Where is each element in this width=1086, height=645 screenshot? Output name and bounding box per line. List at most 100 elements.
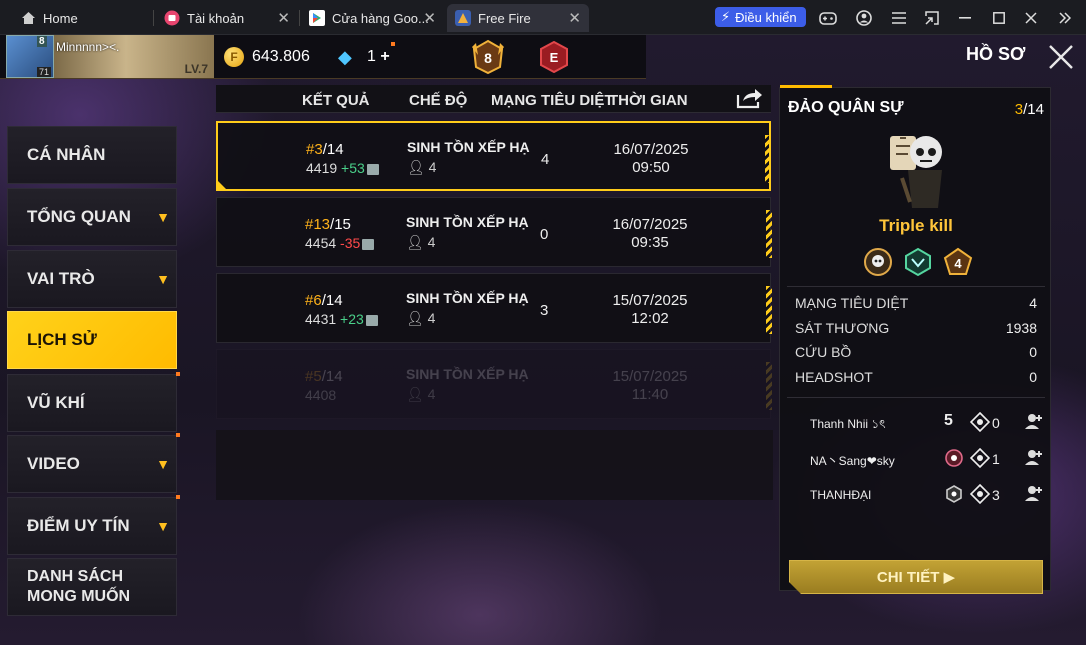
control-button[interactable]: ⚡ Điều khiển	[715, 7, 806, 27]
close-icon[interactable]	[1046, 42, 1076, 72]
share-icon[interactable]	[735, 86, 763, 110]
sidebar-item-label: VŨ KHÍ	[27, 393, 85, 412]
screen-share-icon[interactable]	[922, 8, 942, 28]
details-button[interactable]: CHI TIẾT ▶	[789, 560, 1043, 594]
close-tab-icon[interactable]: ✕	[568, 9, 581, 27]
match-clock: 11:40	[631, 386, 669, 403]
map-name: ĐẢO QUÂN SỰ	[788, 99, 904, 116]
list-fade-area	[216, 430, 773, 500]
teammate-name[interactable]: Thanh Nhii ১ৎ	[810, 416, 886, 436]
tab-label: Tài khoản	[187, 10, 245, 26]
chevron-down-icon: ▼	[156, 518, 170, 534]
account-circle-icon[interactable]	[854, 8, 874, 28]
player-banner[interactable]: Minnnnn><. LV.7	[54, 35, 214, 78]
score-value: 4419	[306, 160, 338, 176]
squad-size-value: 4	[428, 159, 437, 175]
rank-e-badge-icon[interactable]: E	[539, 41, 569, 73]
rank-badge-icon[interactable]: 8	[470, 39, 506, 75]
match-mode: SINH TỒN XẾP HẠ	[406, 214, 529, 230]
tab-home[interactable]: Home	[20, 4, 150, 32]
close-window-icon[interactable]	[1021, 8, 1041, 28]
wishlist-label-line2: MONG MUỐN	[27, 588, 131, 605]
add-diamond-icon[interactable]: +	[380, 48, 389, 65]
collapse-sidebar-icon[interactable]	[1055, 8, 1075, 28]
squad-size-value: 4	[427, 386, 436, 402]
sidebar-item-video[interactable]: VIDEO ▼	[7, 433, 180, 493]
wishlist-label-line1: DANH SÁCH	[27, 568, 123, 585]
teammate-name[interactable]: NA丶Sang❤sky	[810, 452, 895, 469]
stat-row: SÁT THƯƠNG 1938	[795, 320, 1037, 336]
match-row[interactable]: #3/14 4419 +53 SINH TỒN XẾP HẠ 👤︎ 4 4 16…	[216, 121, 771, 191]
row-corner	[218, 181, 226, 189]
panel-accent	[780, 85, 832, 88]
sidebar-item-label: LỊCH SỬ	[27, 330, 97, 349]
match-clock: 09:35	[631, 234, 669, 251]
teammate-name[interactable]: THANHĐẠI	[810, 488, 871, 502]
match-time: 15/07/2025 11:40	[605, 368, 695, 404]
minimize-icon[interactable]	[955, 8, 975, 28]
avatar-level: 71	[37, 67, 52, 77]
row-stripe	[766, 286, 772, 334]
sidebar-item-history[interactable]: LỊCH SỬ	[7, 311, 177, 369]
match-kills: 3	[540, 302, 549, 319]
close-tab-icon[interactable]: ✕	[423, 9, 436, 27]
squad-size: 👤︎ 4	[407, 159, 436, 176]
squad-size-value: 4	[427, 310, 436, 326]
match-time: 15/07/2025 12:02	[605, 292, 695, 328]
stat-value: 0	[1029, 369, 1037, 385]
stat-row: CỨU BỒ 0	[795, 344, 1037, 360]
match-row[interactable]: #5/14 4408 SINH TỒN XẾP HẠ 👤︎ 4 15/07/20…	[216, 349, 772, 419]
tab-divider	[153, 10, 154, 26]
match-score: 4408	[305, 387, 336, 403]
tab-free-fire[interactable]: Free Fire ✕	[447, 4, 589, 32]
chevron-down-icon: ▼	[156, 209, 170, 225]
squad-size: 👤︎ 4	[406, 310, 435, 327]
rank-number: 8	[484, 50, 492, 66]
svg-text:4: 4	[954, 256, 962, 271]
note-icon	[365, 314, 378, 326]
avatar[interactable]: 8 71	[6, 35, 54, 78]
match-rank: #3/14	[306, 141, 344, 158]
notification-dot	[391, 42, 395, 46]
sidebar-item-wishlist[interactable]: DANH SÁCH MONG MUỐN	[7, 558, 177, 616]
match-mode: SINH TỒN XẾP HẠ	[407, 139, 530, 155]
add-friend-icon[interactable]	[1024, 447, 1044, 467]
position-total: /14	[1023, 101, 1044, 118]
add-friend-icon[interactable]	[1024, 411, 1044, 431]
match-score: 4419 +53	[306, 160, 379, 176]
position-value: 3	[1014, 101, 1024, 118]
match-rank: #13/15	[305, 216, 351, 233]
teammate-rank-badge: 5	[944, 412, 953, 429]
kill-skull-icon	[970, 412, 990, 432]
sidebar-item-label: VAI TRÒ	[27, 269, 95, 288]
sidebar-item-overview[interactable]: TỔNG QUAN ▼	[7, 188, 177, 246]
sidebar-item-reputation[interactable]: ĐIỂM UY TÍN ▼	[7, 495, 180, 555]
match-kills: 0	[540, 226, 549, 243]
tab-account[interactable]: Tài khoản ✕	[164, 4, 298, 32]
skull-medal-icon	[864, 248, 892, 276]
stat-row: MẠNG TIÊU DIỆT 4	[795, 295, 1037, 311]
score-value: 4408	[305, 387, 337, 403]
sidebar-item-weapons[interactable]: VŨ KHÍ	[7, 372, 180, 432]
rank-value: #3	[306, 141, 323, 158]
match-row[interactable]: #6/14 4431 +23 SINH TỒN XẾP HẠ 👤︎ 4 3 15…	[216, 273, 772, 343]
sidebar-item-label: ĐIỂM UY TÍN	[27, 516, 130, 535]
match-mode: SINH TỒN XẾP HẠ	[406, 290, 529, 306]
person-icon: 👤︎	[406, 310, 424, 326]
sidebar-item-label: DANH SÁCH MONG MUỐN	[27, 567, 130, 607]
maximize-icon[interactable]	[989, 8, 1009, 28]
sidebar-item-personal[interactable]: CÁ NHÂN	[7, 126, 177, 184]
diamond-amount[interactable]: 1 +	[367, 48, 390, 66]
character-icon	[890, 136, 942, 208]
gamepad-icon[interactable]	[818, 8, 838, 28]
match-row[interactable]: #13/15 4454 -35 SINH TỒN XẾP HẠ 👤︎ 4 0 1…	[216, 197, 772, 267]
add-friend-icon[interactable]	[1024, 483, 1044, 503]
score-value: 4454	[305, 235, 337, 251]
menu-icon[interactable]	[889, 8, 909, 28]
chevron-down-icon: ▼	[156, 456, 170, 472]
close-tab-icon[interactable]: ✕	[277, 9, 290, 27]
tab-play-store[interactable]: Cửa hàng Goo... ✕	[309, 4, 444, 32]
tab-label: Cửa hàng Goo...	[332, 10, 429, 26]
sidebar-item-role[interactable]: VAI TRÒ ▼	[7, 250, 177, 308]
sidebar-item-label: CÁ NHÂN	[27, 145, 106, 164]
